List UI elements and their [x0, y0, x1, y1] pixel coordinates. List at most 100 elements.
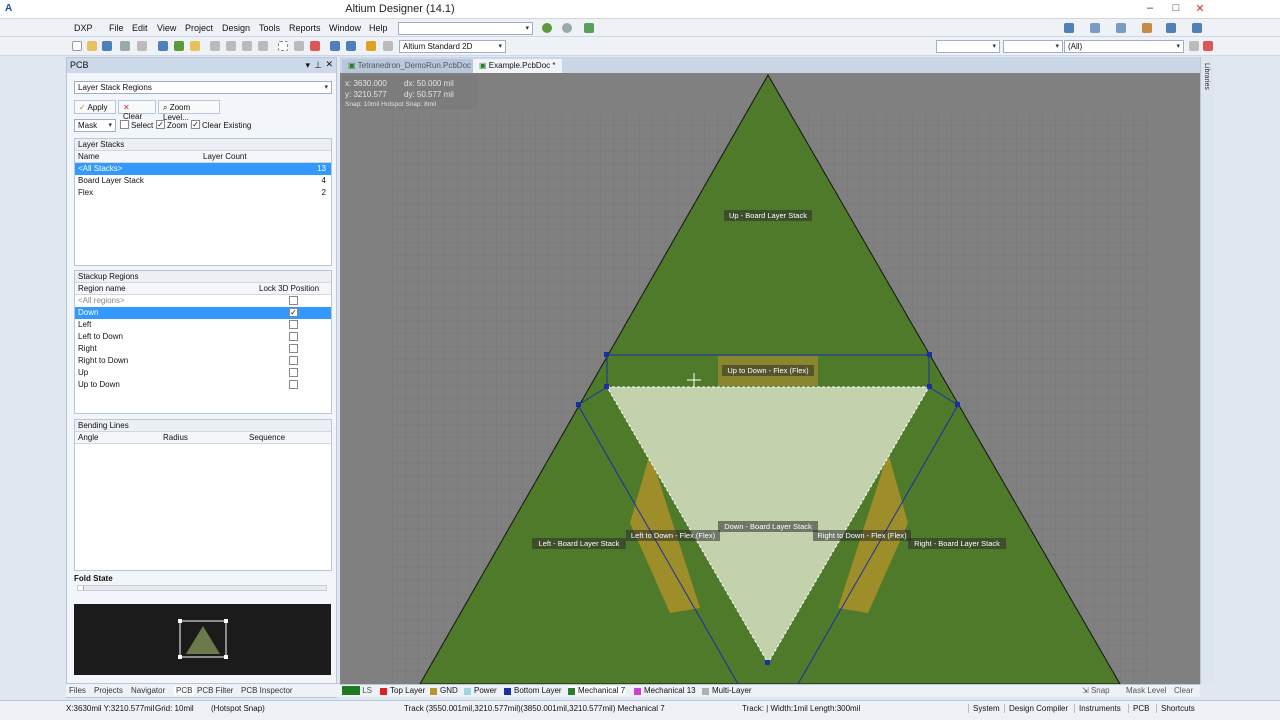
libraries-strip[interactable]: Libraries	[1200, 57, 1214, 684]
tab-files[interactable]: Files	[69, 686, 86, 695]
menu-design[interactable]: Design	[222, 23, 250, 33]
menu-file[interactable]: File	[109, 23, 124, 33]
region-row[interactable]: Up to Down	[75, 379, 331, 391]
align-icon[interactable]	[1116, 23, 1126, 33]
layer-tab-gnd[interactable]: GND	[430, 686, 458, 695]
print-preview-icon[interactable]	[137, 41, 147, 51]
layer-tab-mech7[interactable]: Mechanical 7	[568, 686, 626, 695]
navigate-icon[interactable]	[584, 23, 594, 33]
menu-tools[interactable]: Tools	[259, 23, 280, 33]
col-lock-3d[interactable]: Lock 3D Position	[259, 284, 319, 293]
instruments-button[interactable]: Instruments	[1074, 704, 1121, 713]
menu-help[interactable]: Help	[369, 23, 388, 33]
col-name[interactable]: Name	[78, 152, 99, 161]
tab-pcb[interactable]: PCB	[174, 686, 195, 695]
doc-tab-tetrahedron[interactable]: ▣ Tetranedron_DemoRun.PcbDoc	[342, 59, 478, 73]
browse-icon[interactable]	[383, 41, 393, 51]
pcb-button[interactable]: PCB	[1128, 704, 1149, 713]
clear-button[interactable]: ✕ Clear	[118, 100, 156, 121]
layer-set-tab[interactable]: LS	[342, 686, 372, 696]
filter-clear-icon[interactable]	[1203, 41, 1213, 51]
deselect-icon[interactable]	[310, 41, 320, 51]
tab-projects[interactable]: Projects	[94, 686, 123, 695]
maximize-button[interactable]: □	[1166, 2, 1186, 16]
open-icon[interactable]	[87, 41, 97, 51]
menu-dxp[interactable]: DXP	[74, 23, 93, 33]
pcb-canvas[interactable]: ▣ Tetranedron_DemoRun.PcbDoc ▣ Example.P…	[340, 57, 1200, 684]
filter-select-2[interactable]: ▾	[1003, 40, 1063, 53]
design-compiler-button[interactable]: Design Compiler	[1004, 704, 1068, 713]
menu-view[interactable]: View	[157, 23, 176, 33]
go-back-icon[interactable]	[562, 23, 572, 33]
layer-tab-top[interactable]: Top Layer	[380, 686, 425, 695]
region-row[interactable]: Down ✓	[75, 307, 331, 319]
layout-icon[interactable]	[1090, 23, 1100, 33]
rubber-stamp-icon[interactable]	[258, 41, 268, 51]
lock-checkbox[interactable]: ✓	[289, 308, 298, 317]
grid-icon[interactable]	[1166, 23, 1176, 33]
region-row[interactable]: Left	[75, 319, 331, 331]
save-icon[interactable]	[102, 41, 112, 51]
menu-reports[interactable]: Reports	[289, 23, 321, 33]
layer-tab-bottom[interactable]: Bottom Layer	[504, 686, 562, 695]
zoom-level-button[interactable]: ⌕ Zoom Level...	[158, 100, 220, 122]
filter-select-1[interactable]: ▾	[936, 40, 1000, 53]
libraries-tab[interactable]: Libraries	[1203, 63, 1210, 90]
lock-checkbox[interactable]	[289, 368, 298, 377]
tab-navigator[interactable]: Navigator	[131, 686, 165, 695]
layer-tab-multi[interactable]: Multi-Layer	[702, 686, 752, 695]
clear-existing-checkbox[interactable]: ✓	[191, 120, 200, 129]
paste-icon[interactable]	[242, 41, 252, 51]
menu-window[interactable]: Window	[329, 23, 361, 33]
lock-checkbox[interactable]	[289, 296, 298, 305]
measure-icon[interactable]	[1142, 23, 1152, 33]
view-tools-icon[interactable]	[1064, 23, 1074, 33]
panel-close-icon[interactable]: ✕	[325, 59, 333, 70]
print-icon[interactable]	[120, 41, 130, 51]
menu-project[interactable]: Project	[185, 23, 213, 33]
tab-pcb-filter[interactable]: PCB Filter	[197, 686, 233, 695]
zoom-area-icon[interactable]	[174, 41, 184, 51]
lock-checkbox[interactable]	[289, 380, 298, 389]
select-checkbox[interactable]	[120, 120, 129, 129]
highlight-icon[interactable]	[366, 41, 376, 51]
command-combo[interactable]: ▾	[398, 22, 533, 35]
fold-slider-thumb[interactable]	[78, 586, 84, 590]
go-forward-icon[interactable]	[542, 23, 552, 33]
layer-stack-row[interactable]: <All Stacks> 13	[75, 163, 331, 175]
layer-tab-mech13[interactable]: Mechanical 13	[634, 686, 696, 695]
clear-mask-button[interactable]: Clear	[1174, 686, 1193, 695]
new-icon[interactable]	[72, 41, 82, 51]
filter-all-select[interactable]: (All) ▾	[1064, 40, 1184, 53]
snap-button[interactable]: ⇲ Snap	[1082, 686, 1110, 695]
col-region-name[interactable]: Region name	[78, 284, 126, 293]
lock-checkbox[interactable]	[289, 332, 298, 341]
layer-stack-row[interactable]: Flex 2	[75, 187, 331, 199]
layer-stack-row[interactable]: Board Layer Stack 4	[75, 175, 331, 187]
close-button[interactable]: ✕	[1190, 2, 1210, 16]
lock-checkbox[interactable]	[289, 320, 298, 329]
shortcuts-button[interactable]: Shortcuts	[1156, 704, 1195, 713]
tab-pcb-inspector[interactable]: PCB Inspector	[241, 686, 293, 695]
filter-apply-icon[interactable]	[1189, 41, 1199, 51]
lock-checkbox[interactable]	[289, 344, 298, 353]
col-angle[interactable]: Angle	[78, 433, 98, 442]
region-row[interactable]: Right	[75, 343, 331, 355]
fold-state-slider[interactable]	[77, 585, 327, 591]
mask-select[interactable]: Mask ▾	[74, 119, 116, 132]
zoom-checkbox[interactable]: ✓	[156, 120, 165, 129]
settings-icon[interactable]	[1192, 23, 1202, 33]
zoom-selected-icon[interactable]	[190, 41, 200, 51]
board-view[interactable]: Up - Board Layer Stack Up to Down - Flex…	[340, 73, 1200, 684]
undo-icon[interactable]	[330, 41, 340, 51]
region-row[interactable]: Right to Down	[75, 355, 331, 367]
layer-tab-power[interactable]: Power	[464, 686, 497, 695]
panel-mode-select[interactable]: Layer Stack Regions ▾	[74, 81, 332, 94]
lock-checkbox[interactable]	[289, 356, 298, 365]
region-row[interactable]: Up	[75, 367, 331, 379]
copy-icon[interactable]	[226, 41, 236, 51]
doc-tab-example[interactable]: ▣ Example.PcbDoc *	[473, 59, 562, 73]
redo-icon[interactable]	[346, 41, 356, 51]
view-mode-select[interactable]: Altium Standard 2D ▾	[399, 40, 506, 53]
mask-level-button[interactable]: Mask Level	[1126, 686, 1166, 695]
